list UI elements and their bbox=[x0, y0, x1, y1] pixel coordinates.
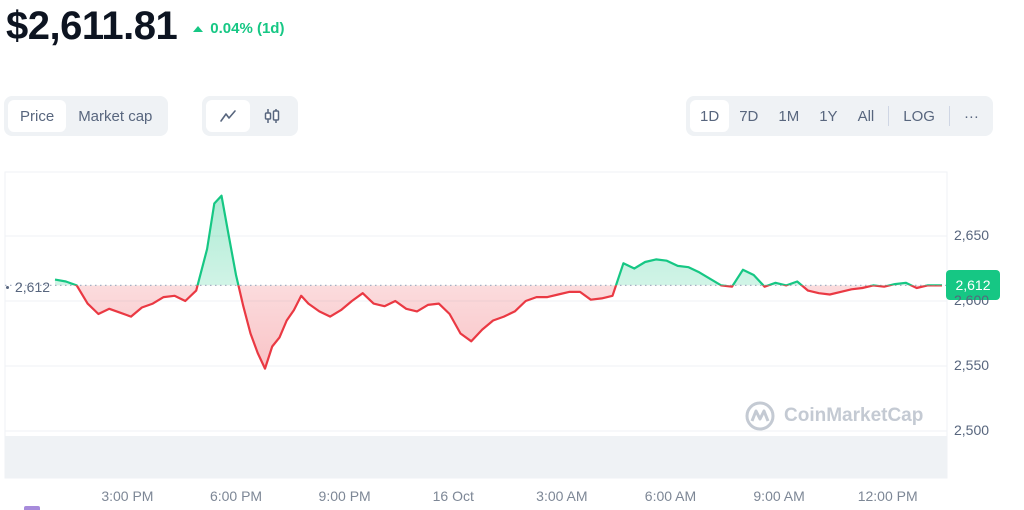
data-type-toggle: Price Market cap bbox=[4, 96, 169, 136]
x-tick-label: 3:00 PM bbox=[101, 488, 154, 504]
scroll-indicator bbox=[24, 506, 40, 510]
price-header: $2,611.81 0.04% (1d) bbox=[6, 4, 284, 49]
price-chart[interactable] bbox=[0, 170, 1024, 510]
time-range-toggle: 1D 7D 1M 1Y All LOG ··· bbox=[686, 96, 993, 136]
price-line-up bbox=[54, 194, 942, 286]
arrow-up-icon bbox=[193, 25, 204, 32]
more-options-button[interactable]: ··· bbox=[954, 100, 989, 132]
coinmarketcap-logo-icon bbox=[745, 401, 775, 431]
y-tick-label: 2,650 bbox=[954, 227, 990, 243]
tab-market-cap[interactable]: Market cap bbox=[66, 100, 164, 132]
x-tick-label: 6:00 PM bbox=[209, 488, 263, 504]
watermark: CoinMarketCap bbox=[744, 400, 923, 432]
x-tick-label: 16 Oct bbox=[432, 488, 474, 504]
range-all[interactable]: All bbox=[848, 100, 885, 132]
log-scale-button[interactable]: LOG bbox=[893, 100, 945, 132]
x-tick-label: 3:00 AM bbox=[536, 488, 588, 504]
volume-band bbox=[5, 436, 947, 478]
baseline-label: 2,612 bbox=[6, 279, 50, 295]
x-tick-label: 9:00 AM bbox=[753, 488, 805, 504]
x-tick-label: 9:00 PM bbox=[318, 488, 371, 504]
x-tick-label: 12:00 PM bbox=[857, 488, 918, 504]
price-change-value: 0.04% (1d) bbox=[210, 20, 285, 37]
tab-price[interactable]: Price bbox=[8, 100, 67, 132]
candlestick-chart-button[interactable] bbox=[250, 100, 294, 132]
price-line-down bbox=[73, 285, 942, 370]
watermark-text: CoinMarketCap bbox=[784, 405, 924, 426]
area-below-open bbox=[55, 285, 942, 369]
y-tick-label: 2,500 bbox=[954, 422, 990, 438]
line-chart-icon bbox=[220, 110, 236, 122]
candlestick-icon bbox=[264, 109, 280, 123]
current-price: $2,611.81 bbox=[6, 4, 178, 48]
range-7d[interactable]: 7D bbox=[729, 100, 768, 132]
y-tick-label: 2,550 bbox=[954, 357, 990, 373]
range-1m[interactable]: 1M bbox=[768, 100, 809, 132]
baseline-value: 2,612 bbox=[15, 279, 51, 295]
line-chart-button[interactable] bbox=[206, 100, 250, 132]
area-above-open bbox=[55, 195, 942, 286]
baseline-dot bbox=[6, 285, 9, 289]
divider bbox=[948, 106, 950, 126]
y-tick-label: 2,600 bbox=[954, 292, 990, 308]
range-1y[interactable]: 1Y bbox=[809, 100, 847, 132]
chart-type-toggle bbox=[202, 96, 298, 136]
price-change-badge: 0.04% (1d) bbox=[193, 20, 284, 37]
divider bbox=[888, 106, 890, 126]
x-tick-label: 6:00 AM bbox=[644, 488, 697, 504]
range-1d[interactable]: 1D bbox=[690, 100, 730, 132]
